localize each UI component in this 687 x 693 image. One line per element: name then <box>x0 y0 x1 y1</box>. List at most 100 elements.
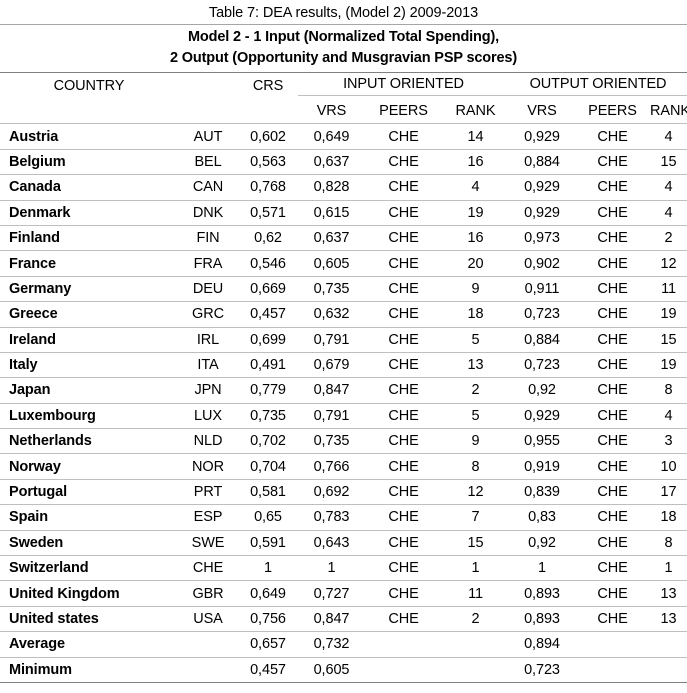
header-sub-blank-crs <box>238 98 298 124</box>
cell-country: Finland <box>0 224 178 251</box>
header-group-row: COUNTRY CRS INPUT ORIENTED OUTPUT ORIENT… <box>0 73 687 98</box>
cell-crs: 0,699 <box>238 326 298 353</box>
cell-output-peers: CHE <box>575 580 650 607</box>
cell-input-vrs: 0,847 <box>298 377 365 404</box>
cell-input-rank: 9 <box>442 428 509 454</box>
cell-input-rank: 12 <box>442 478 509 505</box>
cell-input-peers: CHE <box>365 199 442 226</box>
cell-country: Germany <box>0 275 178 302</box>
header-crs: CRS <box>252 77 284 94</box>
header-group-output-oriented-label: OUTPUT ORIENTED <box>509 76 687 96</box>
cell-output-peers <box>575 631 650 658</box>
table-row: Belgium BEL 0,563 0,637 CHE 16 0,884 CHE 15 <box>0 148 687 175</box>
table-row: Japan JPN 0,779 0,847 CHE 2 0,92 CHE 8 <box>0 377 687 404</box>
cell-country-code: LUX <box>178 402 238 429</box>
cell-country-code: BEL <box>178 148 238 175</box>
cell-output-peers: CHE <box>575 453 650 480</box>
cell-output-peers: CHE <box>575 377 650 404</box>
cell-country: Denmark <box>0 199 178 226</box>
cell-output-vrs: 0,929 <box>509 174 575 201</box>
cell-output-vrs: 0,893 <box>509 580 575 607</box>
table-row: Spain ESP 0,65 0,783 CHE 7 0,83 CHE 18 <box>0 504 687 531</box>
cell-input-vrs: 0,649 <box>298 123 365 150</box>
table-summary-row: Minimum 0,457 0,605 0,723 <box>0 656 687 682</box>
cell-input-rank: 11 <box>442 580 509 607</box>
cell-input-peers: CHE <box>365 377 442 404</box>
cell-country: Greece <box>0 301 178 328</box>
cell-crs: 0,491 <box>238 351 298 378</box>
cell-crs: 0,546 <box>238 250 298 277</box>
cell-input-vrs: 0,791 <box>298 326 365 353</box>
cell-input-vrs: 0,692 <box>298 478 365 505</box>
cell-input-peers: CHE <box>365 605 442 632</box>
cell-country: Ireland <box>0 326 178 353</box>
cell-output-peers: CHE <box>575 250 650 277</box>
cell-input-peers: CHE <box>365 326 442 353</box>
cell-country-code: NOR <box>178 453 238 480</box>
cell-crs: 0,457 <box>238 301 298 328</box>
cell-input-peers: CHE <box>365 402 442 429</box>
cell-input-vrs: 0,791 <box>298 402 365 429</box>
table-body: Austria AUT 0,602 0,649 CHE 14 0,929 CHE 4 Belgiu… <box>0 123 687 682</box>
cell-country-code <box>178 656 238 682</box>
cell-country-code: SWE <box>178 529 238 556</box>
table-row: Finland FIN 0,62 0,637 CHE 16 0,973 CHE 2 <box>0 224 687 251</box>
cell-input-vrs: 0,783 <box>298 504 365 531</box>
cell-country: Minimum <box>0 656 178 682</box>
cell-country: Sweden <box>0 529 178 556</box>
cell-output-rank: 12 <box>650 250 687 277</box>
cell-input-rank: 5 <box>442 326 509 353</box>
cell-input-vrs: 0,605 <box>298 656 365 682</box>
cell-country: Portugal <box>0 478 178 505</box>
cell-input-peers: CHE <box>365 174 442 201</box>
cell-country: Luxembourg <box>0 402 178 429</box>
cell-input-peers <box>365 656 442 682</box>
cell-output-rank: 2 <box>650 224 687 251</box>
cell-output-vrs: 0,839 <box>509 478 575 505</box>
cell-crs: 0,591 <box>238 529 298 556</box>
cell-output-vrs: 0,894 <box>509 631 575 658</box>
cell-output-peers: CHE <box>575 174 650 201</box>
cell-input-rank: 9 <box>442 275 509 302</box>
table-row: Luxembourg LUX 0,735 0,791 CHE 5 0,929 CHE 4 <box>0 402 687 429</box>
header-input-rank: RANK <box>455 102 496 119</box>
cell-output-rank: 8 <box>650 377 687 404</box>
cell-output-peers: CHE <box>575 428 650 454</box>
cell-output-vrs: 0,973 <box>509 224 575 251</box>
header-country: COUNTRY <box>53 77 125 94</box>
header-sub-blank-code <box>178 98 238 124</box>
cell-crs: 0,649 <box>238 580 298 607</box>
cell-country-code: ITA <box>178 351 238 378</box>
header-group-input-oriented-label: INPUT ORIENTED <box>298 76 509 96</box>
table-row: United Kingdom GBR 0,649 0,727 CHE 11 0,893 CHE… <box>0 580 687 607</box>
cell-output-rank: 4 <box>650 402 687 429</box>
cell-input-peers: CHE <box>365 453 442 480</box>
cell-input-vrs: 0,828 <box>298 174 365 201</box>
cell-country-code: FRA <box>178 250 238 277</box>
cell-country-code: NLD <box>178 428 238 454</box>
cell-crs: 0,756 <box>238 605 298 632</box>
cell-country-code: ESP <box>178 504 238 531</box>
cell-crs: 0,657 <box>238 631 298 658</box>
cell-output-vrs: 0,902 <box>509 250 575 277</box>
cell-input-rank: 4 <box>442 174 509 201</box>
table-row: Austria AUT 0,602 0,649 CHE 14 0,929 CHE 4 <box>0 123 687 150</box>
cell-input-vrs: 0,615 <box>298 199 365 226</box>
cell-input-peers: CHE <box>365 555 442 581</box>
cell-output-peers <box>575 656 650 682</box>
cell-output-peers: CHE <box>575 275 650 302</box>
cell-output-peers: CHE <box>575 123 650 150</box>
cell-crs: 0,457 <box>238 656 298 682</box>
cell-output-vrs: 0,884 <box>509 326 575 353</box>
cell-country: Norway <box>0 453 178 480</box>
cell-input-rank: 20 <box>442 250 509 277</box>
cell-output-peers: CHE <box>575 605 650 632</box>
cell-input-peers: CHE <box>365 123 442 150</box>
header-sub-blank-country <box>0 98 178 124</box>
cell-output-vrs: 0,723 <box>509 301 575 328</box>
cell-country-code: FIN <box>178 224 238 251</box>
cell-input-rank: 7 <box>442 504 509 531</box>
cell-output-vrs: 0,929 <box>509 199 575 226</box>
cell-output-vrs: 0,884 <box>509 148 575 175</box>
cell-country: Spain <box>0 504 178 531</box>
